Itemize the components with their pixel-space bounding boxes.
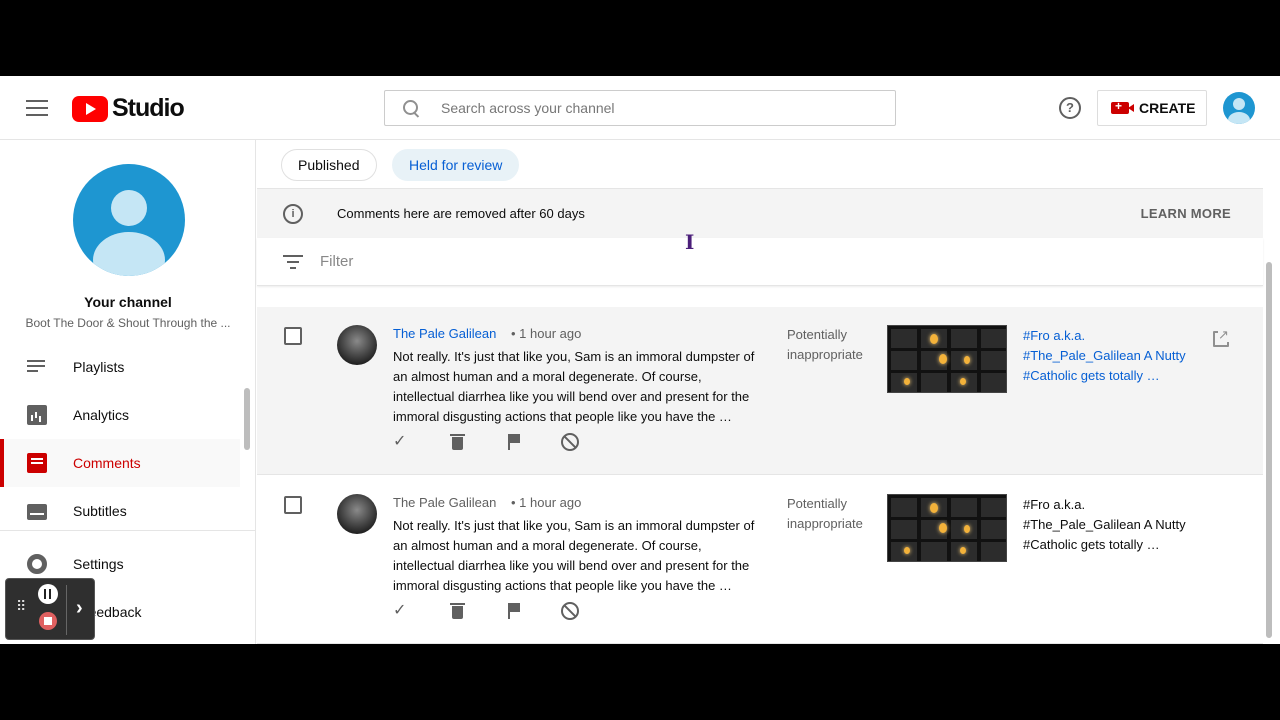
held-reason: Potentially inappropriate bbox=[787, 327, 863, 362]
filter-icon[interactable] bbox=[283, 255, 303, 269]
banner-message: Comments here are removed after 60 days bbox=[337, 206, 585, 221]
studio-window: Studio ? CREATE Your channel Boot The Do… bbox=[0, 76, 1280, 644]
delete-trash-icon[interactable] bbox=[449, 602, 467, 620]
sidebar-scrollbar[interactable] bbox=[244, 388, 250, 450]
hide-user-block-icon[interactable] bbox=[561, 433, 579, 451]
tab-held-for-review[interactable]: Held for review bbox=[392, 149, 520, 181]
video-title[interactable]: #Fro a.k.a. #The_Pale_Galilean A Nutty #… bbox=[1023, 495, 1198, 555]
sidebar-item-label: Settings bbox=[73, 556, 124, 572]
video-title[interactable]: #Fro a.k.a. #The_Pale_Galilean A Nutty #… bbox=[1023, 326, 1198, 386]
sidebar-item-label: Subtitles bbox=[73, 503, 127, 519]
sidebar: Your channel Boot The Door & Shout Throu… bbox=[0, 140, 256, 644]
commenter-avatar[interactable] bbox=[337, 325, 377, 365]
comment-author[interactable]: The Pale Galilean bbox=[393, 326, 496, 341]
pause-icon[interactable] bbox=[38, 584, 58, 604]
drag-handle-icon[interactable]: ⠿ bbox=[16, 599, 26, 613]
open-external-icon[interactable] bbox=[1213, 328, 1229, 347]
search-input[interactable] bbox=[441, 100, 861, 116]
sidebar-item-label: Analytics bbox=[73, 407, 130, 423]
sidebar-divider bbox=[0, 530, 256, 531]
comment-text: Not really. It's just that like you, Sam… bbox=[393, 518, 755, 593]
comments-panel: Published Held for review i Comments her… bbox=[257, 140, 1280, 644]
channel-title: Your channel bbox=[84, 294, 172, 310]
comment-time: • 1 hour ago bbox=[511, 495, 582, 510]
text-cursor-icon: I bbox=[685, 230, 695, 254]
row-checkbox[interactable] bbox=[284, 327, 302, 345]
comments-icon bbox=[27, 453, 47, 473]
sidebar-item-label: Comments bbox=[73, 455, 141, 471]
approve-check-icon[interactable]: ✓ bbox=[393, 433, 411, 451]
channel-avatar[interactable] bbox=[73, 164, 185, 276]
settings-icon bbox=[27, 554, 47, 574]
commenter-avatar[interactable] bbox=[337, 494, 377, 534]
search-icon bbox=[403, 100, 419, 116]
info-icon: i bbox=[283, 204, 303, 224]
delete-trash-icon[interactable] bbox=[449, 433, 467, 451]
comment-text: Not really. It's just that like you, Sam… bbox=[393, 349, 755, 424]
video-thumbnail[interactable] bbox=[887, 494, 1007, 562]
hide-user-block-icon[interactable] bbox=[561, 602, 579, 620]
report-flag-icon[interactable] bbox=[505, 433, 523, 451]
info-banner: i Comments here are removed after 60 day… bbox=[257, 188, 1263, 238]
sidebar-item-comments[interactable]: Comments bbox=[0, 439, 240, 487]
sidebar-item-label: Playlists bbox=[73, 359, 125, 375]
logo-text: Studio bbox=[112, 94, 185, 122]
recorder-divider bbox=[66, 585, 67, 635]
top-bar: Studio ? CREATE bbox=[0, 76, 1280, 140]
held-reason: Potentially inappropriate bbox=[787, 496, 863, 531]
playlists-icon bbox=[27, 357, 47, 377]
account-avatar[interactable] bbox=[1223, 92, 1255, 124]
create-video-icon bbox=[1111, 99, 1134, 114]
expand-chevron-icon[interactable]: › bbox=[76, 597, 83, 620]
sidebar-item-analytics[interactable]: Analytics bbox=[0, 391, 240, 439]
filter-input[interactable]: Filter bbox=[320, 253, 353, 270]
comment-author[interactable]: The Pale Galilean bbox=[393, 495, 496, 510]
approve-check-icon[interactable]: ✓ bbox=[393, 602, 411, 620]
report-flag-icon[interactable] bbox=[505, 602, 523, 620]
analytics-icon bbox=[27, 405, 47, 425]
screen-recorder-widget: ⠿ › bbox=[5, 578, 95, 640]
filter-bar[interactable]: Filter bbox=[257, 238, 1263, 286]
row-checkbox[interactable] bbox=[284, 496, 302, 514]
create-button[interactable]: CREATE bbox=[1097, 90, 1207, 126]
comment-actions: ✓ bbox=[393, 433, 593, 457]
comment-row: The Pale Galilean • 1 hour ago Not reall… bbox=[257, 307, 1263, 475]
sidebar-item-subtitles[interactable]: Subtitles bbox=[0, 487, 240, 535]
comment-time: • 1 hour ago bbox=[511, 326, 582, 341]
stop-icon[interactable] bbox=[39, 612, 57, 630]
youtube-play-icon bbox=[72, 95, 108, 122]
sidebar-item-playlists[interactable]: Playlists bbox=[0, 343, 240, 391]
tab-published[interactable]: Published bbox=[281, 149, 377, 181]
main-scrollbar[interactable] bbox=[1266, 262, 1272, 638]
learn-more-link[interactable]: LEARN MORE bbox=[1141, 206, 1231, 221]
studio-logo[interactable]: Studio bbox=[72, 94, 185, 123]
subtitles-icon bbox=[27, 504, 47, 520]
create-label: CREATE bbox=[1139, 100, 1196, 116]
video-thumbnail[interactable] bbox=[887, 325, 1007, 393]
help-icon[interactable]: ? bbox=[1059, 97, 1081, 119]
channel-name: Boot The Door & Shout Through the ... bbox=[25, 316, 231, 330]
comment-row: The Pale Galilean • 1 hour ago Not reall… bbox=[257, 476, 1263, 644]
search-box[interactable] bbox=[384, 90, 896, 126]
comment-actions: ✓ bbox=[393, 602, 593, 626]
menu-icon[interactable] bbox=[26, 100, 48, 116]
